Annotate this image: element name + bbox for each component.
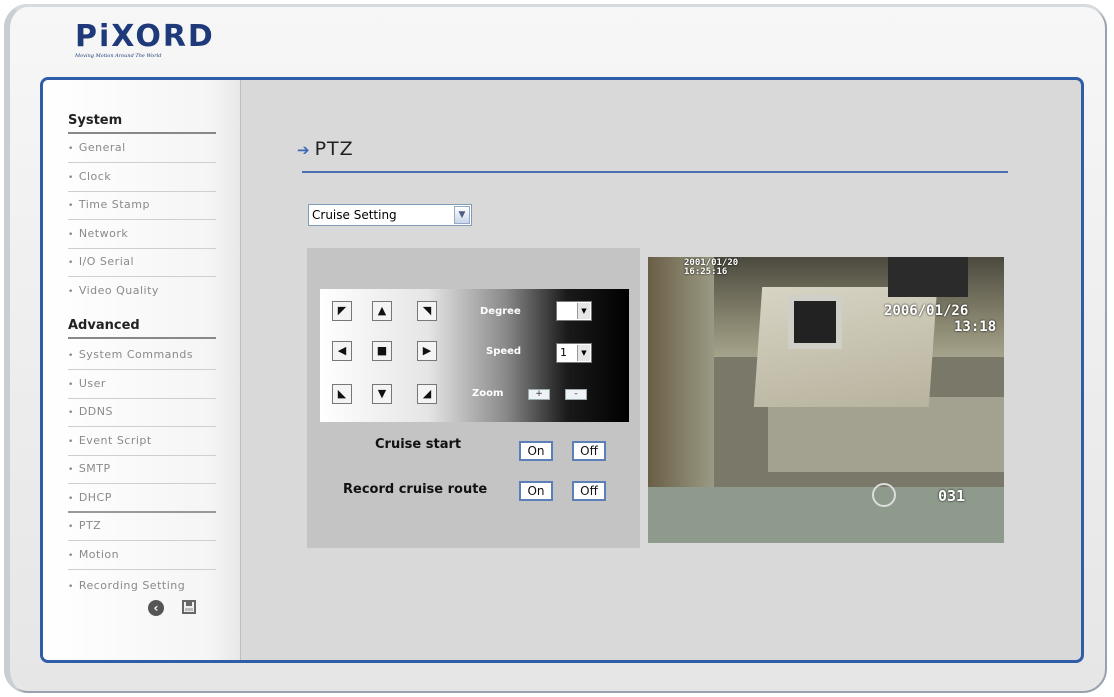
cruise-start-off-button[interactable]: Off	[572, 441, 606, 461]
zoom-out-button[interactable]: -	[565, 389, 587, 400]
sidebar-item-ptz[interactable]: • PTZ	[68, 513, 216, 541]
sidebar-item-label: Video Quality	[78, 284, 159, 297]
sidebar-divider	[68, 337, 216, 339]
sidebar-item-label: DHCP	[78, 491, 112, 504]
pan-up-button[interactable]: ▲	[372, 301, 392, 321]
arrow-right-icon: ➔	[297, 141, 311, 159]
bullet-icon: •	[68, 494, 74, 504]
pan-down-button[interactable]: ▼	[372, 384, 392, 404]
sidebar-item-io-serial[interactable]: • I/O Serial	[68, 249, 216, 277]
sidebar-item-label: I/O Serial	[78, 255, 135, 268]
chevron-down-icon: ▼	[577, 303, 590, 319]
sidebar-item-recording-setting[interactable]: • Recording Setting	[68, 573, 216, 601]
record-cruise-on-button[interactable]: On	[519, 481, 553, 501]
sidebar-item-label: PTZ	[78, 519, 102, 532]
sidebar-item-video-quality[interactable]: • Video Quality	[68, 278, 216, 306]
bullet-icon: •	[68, 437, 74, 447]
sidebar-item-user[interactable]: • User	[68, 371, 216, 399]
bullet-icon: •	[68, 230, 74, 240]
zoom-label: Zoom	[472, 388, 504, 399]
sidebar-item-general[interactable]: • General	[68, 135, 216, 163]
pan-left-button[interactable]: ◀	[332, 341, 352, 361]
sidebar-item-dhcp[interactable]: • DHCP	[68, 485, 216, 513]
bullet-icon: •	[68, 258, 74, 268]
mode-select-value: Cruise Setting	[312, 208, 397, 222]
ptz-pad: ◤ ▲ ◥ ◀ ■ ▶ ◣ ▼ ◢ Degree ▼ Speed 1 ▼ Zoom…	[320, 289, 629, 422]
record-cruise-off-button[interactable]: Off	[572, 481, 606, 501]
sidebar-item-label: Network	[78, 227, 129, 240]
sidebar-item-label: Motion	[78, 548, 120, 561]
sidebar-item-label: Time Stamp	[78, 198, 150, 211]
bullet-icon: •	[68, 144, 74, 154]
sidebar-item-system-commands[interactable]: • System Commands	[68, 342, 216, 370]
pan-down-right-button[interactable]: ◢	[417, 384, 437, 404]
sidebar-actions: ‹	[148, 600, 196, 616]
chevron-down-icon[interactable]: ▼	[454, 206, 470, 224]
video-scene	[888, 257, 968, 297]
sidebar-item-time-stamp[interactable]: • Time Stamp	[68, 192, 216, 220]
pan-down-left-button[interactable]: ◣	[332, 384, 352, 404]
save-icon[interactable]	[182, 600, 196, 614]
bullet-icon: •	[68, 551, 74, 561]
sidebar-item-clock[interactable]: • Clock	[68, 164, 216, 192]
zoom-in-button[interactable]: +	[528, 389, 550, 400]
sidebar-item-label: User	[78, 377, 106, 390]
sidebar-divider	[68, 132, 216, 134]
bullet-icon: •	[68, 351, 74, 361]
sidebar-item-label: DDNS	[78, 405, 113, 418]
bullet-icon: •	[68, 582, 74, 592]
sidebar-item-label: Recording Setting	[78, 579, 186, 592]
video-overlay-circle	[872, 483, 896, 507]
back-icon[interactable]: ‹	[148, 600, 164, 616]
mode-select[interactable]: Cruise Setting ▼	[308, 204, 472, 226]
sidebar-item-label: General	[78, 141, 126, 154]
sidebar: System • General • Clock • Time Stamp • Netw…	[43, 80, 241, 660]
video-counter: 031	[938, 487, 966, 505]
sidebar-item-smtp[interactable]: • SMTP	[68, 456, 216, 484]
cruise-start-label: Cruise start	[375, 437, 462, 452]
bullet-icon: •	[68, 380, 74, 390]
bullet-icon: •	[68, 201, 74, 211]
brand-logo: PiXORD Moving Motion Around The World	[75, 19, 215, 60]
pan-up-left-button[interactable]: ◤	[332, 301, 352, 321]
video-scene	[788, 295, 842, 349]
degree-select[interactable]: ▼	[556, 301, 592, 321]
bullet-icon: •	[68, 465, 74, 475]
video-scene	[768, 397, 1004, 472]
pan-up-right-button[interactable]: ◥	[417, 301, 437, 321]
video-timestamp-top: 2001/01/20 16:25:16	[684, 258, 739, 277]
title-divider	[302, 171, 1008, 173]
sidebar-item-label: SMTP	[78, 462, 111, 475]
pan-right-button[interactable]: ▶	[417, 341, 437, 361]
sidebar-section-advanced: Advanced	[68, 318, 140, 333]
sidebar-item-ddns[interactable]: • DDNS	[68, 399, 216, 427]
sidebar-item-label: Clock	[78, 170, 112, 183]
sidebar-item-motion[interactable]: • Motion	[68, 542, 216, 570]
cruise-start-on-button[interactable]: On	[519, 441, 553, 461]
camera-live-view: 2001/01/20 16:25:16 2006/01/26 13:18 031	[648, 257, 1004, 543]
brand-name: PiXORD	[75, 19, 215, 54]
sidebar-section-system: System	[68, 113, 123, 128]
ptz-control-area: ◤ ▲ ◥ ◀ ■ ▶ ◣ ▼ ◢ Degree ▼ Speed 1 ▼ Zoom…	[307, 248, 640, 548]
speed-select[interactable]: 1 ▼	[556, 343, 592, 363]
sidebar-item-network[interactable]: • Network	[68, 221, 216, 249]
bullet-icon: •	[68, 522, 74, 532]
page-title: ➔ PTZ	[297, 138, 354, 160]
sidebar-item-label: System Commands	[78, 348, 194, 361]
page-title-text: PTZ	[314, 138, 354, 160]
bullet-icon: •	[68, 408, 74, 418]
speed-value: 1	[560, 346, 567, 359]
video-timestamp-time: 13:18	[954, 319, 997, 335]
bullet-icon: •	[68, 173, 74, 183]
pan-stop-button[interactable]: ■	[372, 341, 392, 361]
main-panel: System • General • Clock • Time Stamp • Netw…	[40, 77, 1084, 663]
speed-label: Speed	[486, 346, 522, 357]
video-timestamp-date: 2006/01/26	[884, 303, 969, 319]
sidebar-item-label: Event Script	[78, 434, 152, 447]
record-cruise-label: Record cruise route	[343, 482, 488, 497]
sidebar-item-event-script[interactable]: • Event Script	[68, 428, 216, 456]
bullet-icon: •	[68, 287, 74, 297]
degree-label: Degree	[480, 306, 521, 317]
chevron-down-icon: ▼	[577, 345, 590, 361]
